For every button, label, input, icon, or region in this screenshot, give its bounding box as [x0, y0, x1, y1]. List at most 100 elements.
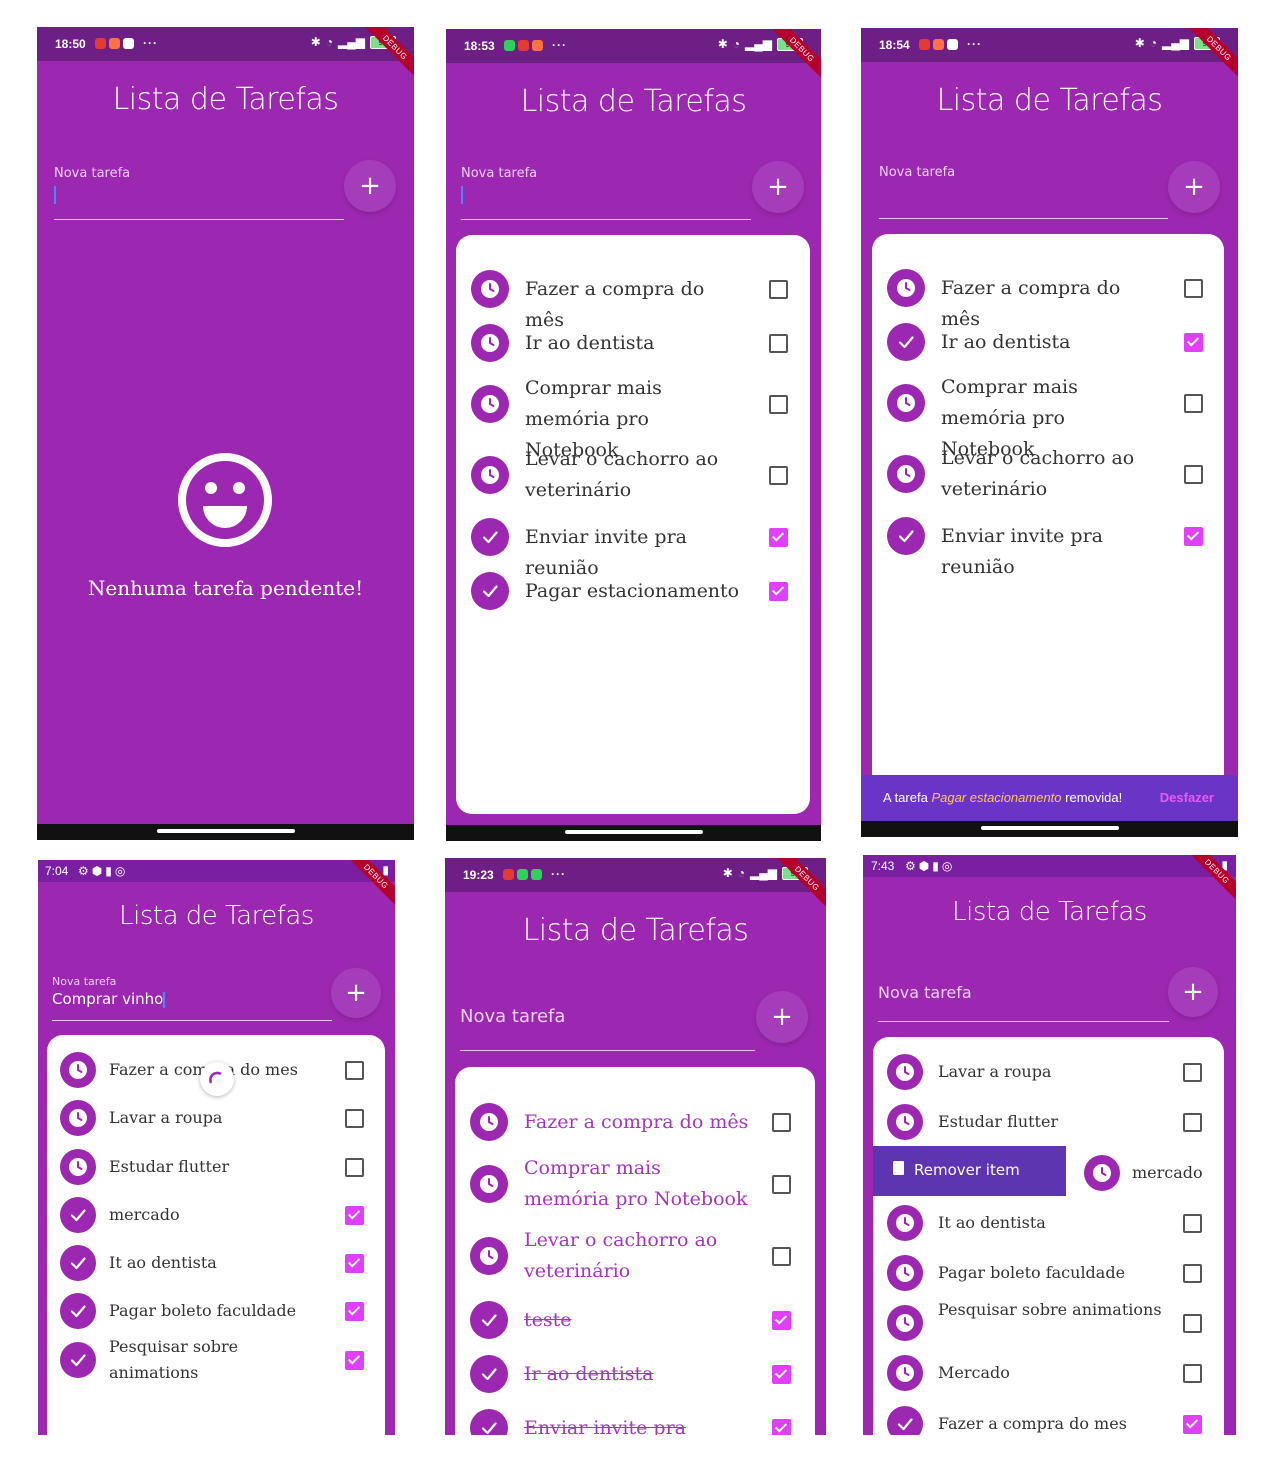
checkbox-unchecked[interactable] [769, 333, 788, 353]
checkbox-unchecked[interactable] [1183, 1062, 1202, 1082]
checkbox-checked[interactable] [345, 1205, 364, 1225]
checkbox-unchecked[interactable] [772, 1174, 791, 1194]
status-bar: 18:50 ··· ✱◔▂▄▆ 96 DEBUG [37, 27, 414, 84]
shield-icon: ⬢ [91, 864, 103, 878]
home-indicator[interactable] [980, 826, 1119, 830]
task-row[interactable]: Fazer a compra do mês [455, 1103, 815, 1143]
checkbox-unchecked[interactable] [769, 465, 788, 485]
gear-icon: ⚙ [78, 864, 89, 878]
task-row[interactable]: Ir ao dentista [455, 1355, 815, 1395]
new-task-input[interactable] [461, 185, 751, 209]
checkbox-unchecked[interactable] [1183, 1363, 1202, 1383]
checkbox-checked[interactable] [1184, 526, 1203, 546]
input-underline [52, 1020, 332, 1021]
checkbox-checked[interactable] [769, 581, 788, 601]
task-row[interactable]: Comprar mais memória pro Notebook [872, 376, 1224, 460]
add-task-button[interactable]: + [756, 991, 808, 1043]
clock-icon [470, 1103, 508, 1141]
task-row[interactable]: Ir ao dentista [456, 324, 810, 364]
check-icon [470, 1355, 508, 1393]
checkbox-checked[interactable] [769, 527, 788, 547]
checkbox-unchecked[interactable] [1183, 1263, 1202, 1283]
checkbox-unchecked[interactable] [1183, 1313, 1202, 1333]
clock-icon [887, 455, 925, 493]
shield-icon: ⬢ [918, 859, 930, 873]
task-row[interactable]: Comprar mais memória pro Notebook [456, 377, 810, 461]
clock-icon [470, 1165, 508, 1203]
new-task-input[interactable]: Nova tarefa [460, 1006, 565, 1027]
task-row[interactable]: Pagar estacionamento [456, 572, 810, 612]
checkbox-unchecked[interactable] [345, 1108, 364, 1128]
new-task-input[interactable] [879, 184, 1168, 208]
task-row[interactable]: Pagar boleto faculdade [873, 1255, 1224, 1295]
task-row[interactable]: Enviar invite pra reunião [872, 517, 1224, 578]
add-task-button[interactable]: + [1168, 161, 1220, 213]
undo-button[interactable]: Desfazer [1160, 790, 1214, 805]
task-row[interactable]: It ao dentista [873, 1205, 1224, 1245]
checkbox-unchecked[interactable] [1183, 1112, 1202, 1132]
task-row[interactable]: Fazer a compra do mês [872, 269, 1224, 330]
task-row[interactable]: Levar o cachorro ao veterinário [872, 447, 1224, 500]
checkbox-checked[interactable] [772, 1364, 791, 1384]
checkbox-checked[interactable] [1184, 332, 1203, 352]
task-row[interactable]: Enviar invite pra reunião [455, 1409, 815, 1435]
home-indicator[interactable] [156, 829, 295, 833]
clock-icon [471, 270, 509, 308]
task-row[interactable]: Comprar mais memória pro Notebook [455, 1157, 815, 1210]
task-label: Ir ao dentista [525, 331, 655, 354]
task-row[interactable]: Ir ao dentista [872, 323, 1224, 363]
add-task-button[interactable]: + [1168, 967, 1218, 1017]
new-task-input[interactable]: Comprar vinho [52, 990, 332, 1012]
task-row[interactable]: Fazer a compra do mês [456, 270, 810, 331]
task-row[interactable]: Pesquisar sobre animations [873, 1300, 1224, 1345]
checkbox-checked[interactable] [1183, 1414, 1202, 1434]
checkbox-unchecked[interactable] [1184, 278, 1203, 298]
checkbox-unchecked[interactable] [769, 394, 788, 414]
screen-5: 19:23 ··· ✱◔▂▄▆ 97 DEBUG Lista de Tarefa… [445, 858, 826, 1435]
task-row[interactable]: Mercado [873, 1355, 1224, 1395]
checkbox-unchecked[interactable] [769, 279, 788, 299]
checkbox-checked[interactable] [772, 1310, 791, 1330]
task-row[interactable]: Levar o cachorro ao veterinário [455, 1229, 815, 1282]
task-row[interactable]: mercado [47, 1197, 385, 1237]
app-title: Lista de Tarefas [520, 84, 747, 119]
new-task-input[interactable]: Nova tarefa [878, 983, 972, 1002]
task-label: Ir ao dentista [524, 1362, 654, 1385]
checkbox-checked[interactable] [345, 1350, 364, 1370]
notification-icons: ··· [919, 37, 982, 51]
checkbox-checked[interactable] [345, 1301, 364, 1321]
task-row[interactable]: Lavar a roupa [873, 1054, 1224, 1094]
task-row[interactable]: teste [455, 1301, 815, 1341]
checkbox-unchecked[interactable] [772, 1112, 791, 1132]
task-list-card: Fazer a compra do mês Comprar mais memóri… [455, 1067, 815, 1435]
checkbox-unchecked[interactable] [345, 1060, 364, 1080]
checkbox-unchecked[interactable] [1183, 1213, 1202, 1233]
add-task-button[interactable]: + [752, 161, 804, 213]
home-indicator[interactable] [564, 830, 703, 834]
checkbox-unchecked[interactable] [1184, 464, 1203, 484]
snackbar-message: A tarefa Pagar estacionamento removida! [883, 790, 1123, 805]
task-label: Levar o cachorro ao veterinário [525, 448, 719, 501]
task-row[interactable]: It ao dentista [47, 1245, 385, 1285]
task-row[interactable]: Pesquisar sobre animations [47, 1337, 385, 1382]
task-row[interactable]: Estudar flutter [873, 1104, 1224, 1144]
task-row[interactable]: Enviar invite pra reunião [456, 518, 810, 579]
checkbox-checked[interactable] [772, 1418, 791, 1435]
task-row[interactable]: Fazer a compra do mes [873, 1406, 1224, 1435]
navigation-bar [37, 824, 414, 840]
task-row[interactable]: Pagar boleto faculdade [47, 1293, 385, 1333]
add-task-button[interactable]: + [344, 160, 396, 212]
checkbox-unchecked[interactable] [1184, 393, 1203, 413]
new-task-input[interactable] [54, 185, 344, 209]
task-row[interactable]: Levar o cachorro ao veterinário [456, 448, 810, 501]
remove-item-background[interactable]: Remover item [873, 1146, 1066, 1196]
clock-icon [471, 324, 509, 362]
add-task-button[interactable]: + [331, 968, 381, 1018]
checkbox-checked[interactable] [345, 1253, 364, 1273]
loading-spinner [200, 1062, 234, 1096]
task-row[interactable]: Estudar flutter [47, 1149, 385, 1189]
checkbox-unchecked[interactable] [772, 1246, 791, 1266]
checkbox-unchecked[interactable] [345, 1157, 364, 1177]
task-row[interactable]: Lavar a roupa [47, 1100, 385, 1140]
check-icon [60, 1197, 96, 1233]
